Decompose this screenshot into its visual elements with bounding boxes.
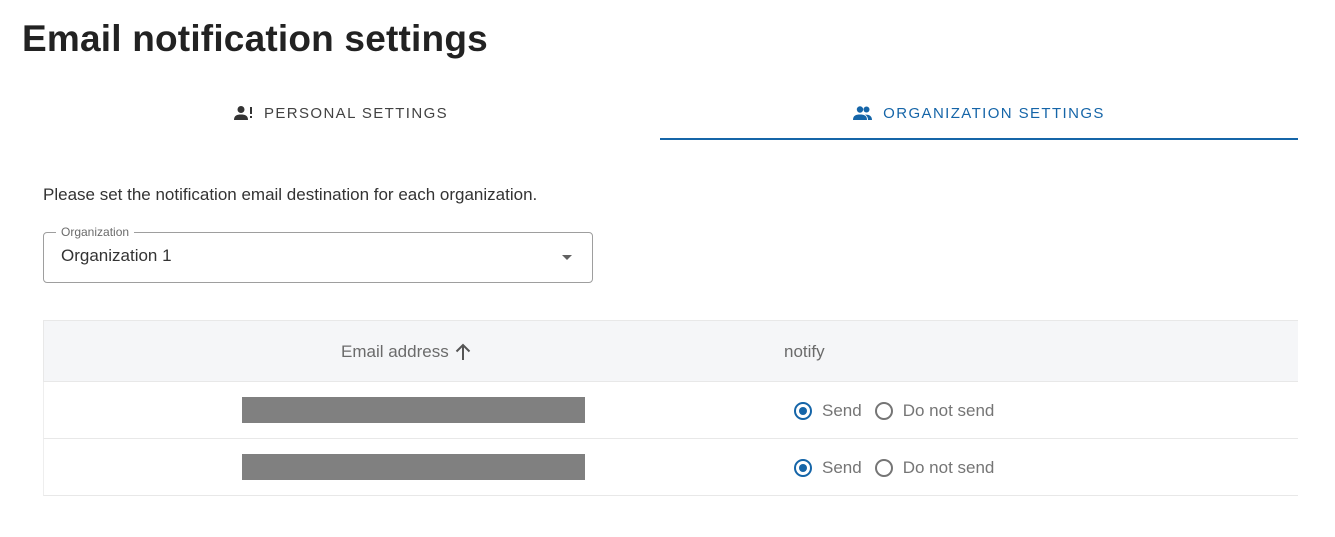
organization-select-label: Organization (56, 224, 135, 240)
tab-personal-settings[interactable]: PERSONAL SETTINGS (22, 86, 660, 140)
table-row: Send Do not send (43, 439, 1298, 496)
notify-radio-group: Send Do not send (794, 382, 1007, 439)
table-header: Email address notify (43, 320, 1298, 382)
radio-send-label: Send (822, 457, 862, 477)
email-notification-settings-page: Email notification settings PERSONAL SET… (0, 0, 1335, 537)
tab-personal-settings-label: PERSONAL SETTINGS (263, 104, 449, 122)
radio-do-not-send-label: Do not send (902, 457, 995, 477)
radio-checked-icon[interactable] (794, 401, 812, 420)
radio-send-label: Send (822, 400, 862, 420)
column-header-email-label: Email address (341, 342, 449, 361)
radio-send[interactable]: Send (794, 458, 862, 478)
tab-organization-settings[interactable]: ORGANIZATION SETTINGS (660, 86, 1298, 140)
radio-do-not-send[interactable]: Do not send (874, 457, 995, 478)
column-header-notify: notify (784, 342, 825, 361)
redacted-email (242, 454, 585, 480)
radio-do-not-send-label: Do not send (902, 400, 995, 420)
organization-select-value: Organization 1 (61, 246, 172, 265)
radio-send[interactable]: Send (794, 401, 862, 421)
people-icon (853, 105, 873, 121)
page-title: Email notification settings (22, 18, 488, 59)
sort-ascending-icon[interactable] (453, 342, 473, 362)
table-row: Send Do not send (43, 382, 1298, 439)
settings-tabs: PERSONAL SETTINGS ORGANIZATION SETTINGS (22, 86, 1298, 140)
notify-radio-group: Send Do not send (794, 439, 1007, 496)
tab-organization-settings-label: ORGANIZATION SETTINGS (883, 104, 1105, 122)
organization-select[interactable]: Organization Organization 1 (43, 224, 593, 283)
dropdown-arrow-icon (562, 255, 572, 260)
description-text: Please set the notification email destin… (43, 185, 538, 204)
email-table: Email address notify Send Do not send Se… (43, 320, 1298, 496)
radio-unchecked-icon[interactable] (874, 458, 893, 477)
radio-checked-icon[interactable] (794, 458, 812, 477)
radio-unchecked-icon[interactable] (874, 401, 893, 420)
radio-do-not-send[interactable]: Do not send (874, 400, 995, 421)
person-alert-icon (233, 105, 254, 121)
column-header-email[interactable]: Email address (341, 321, 473, 383)
redacted-email (242, 397, 585, 423)
